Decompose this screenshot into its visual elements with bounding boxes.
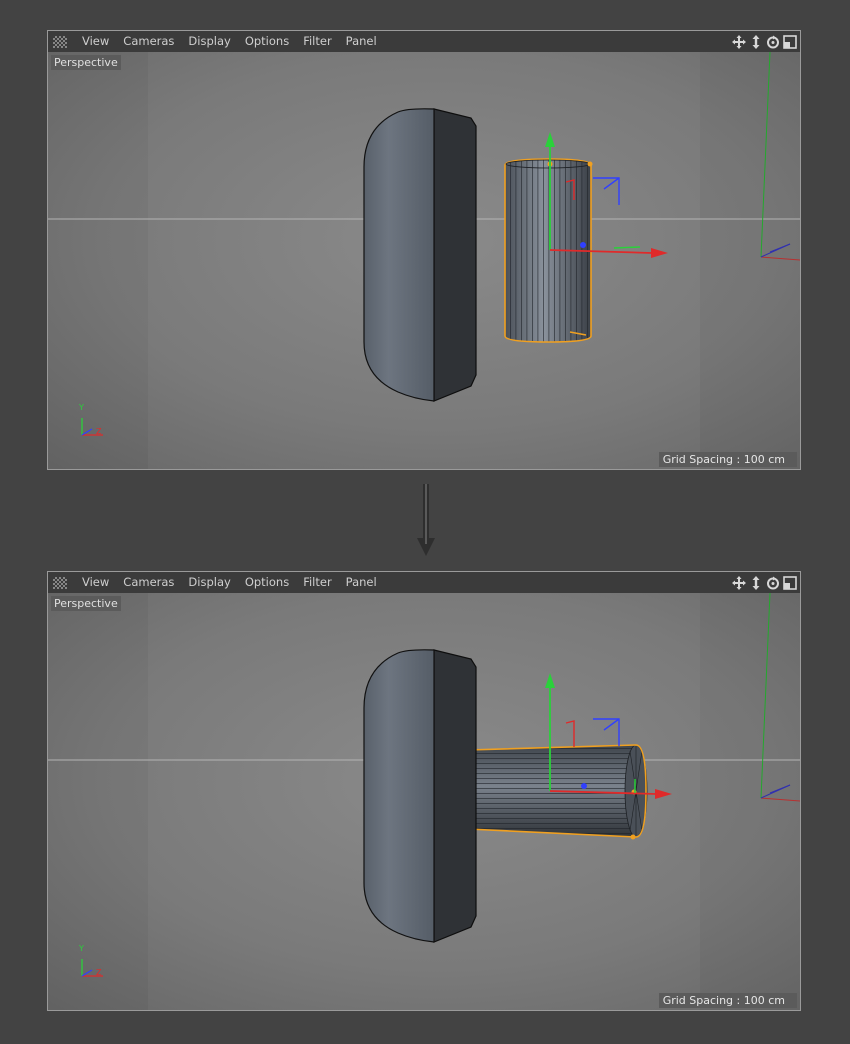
toggle-view-icon[interactable] [782,575,798,591]
arrow-down-icon [417,484,435,556]
move-view-icon[interactable] [731,34,747,50]
menu-filter[interactable]: Filter [296,31,338,52]
3d-viewport[interactable]: Y Z Perspective Grid Spacing : 100 cm [48,593,800,1010]
menu-display[interactable]: Display [181,572,237,593]
viewport-panel-before: View Cameras Display Options Filter Pane… [47,30,801,470]
move-view-icon[interactable] [731,575,747,591]
toggle-view-icon[interactable] [782,34,798,50]
axis-z-label: Z [96,968,102,977]
menu-filter[interactable]: Filter [296,572,338,593]
axis-y-label: Y [79,944,84,953]
grid-spacing-label: Grid Spacing : 100 cm [658,993,797,1008]
camera-label[interactable]: Perspective [51,55,121,70]
scene-render [48,52,800,469]
axis-z-label: Z [96,427,102,436]
axis-y-label: Y [79,403,84,412]
3d-viewport[interactable]: Y Z Perspective Grid Spacing : 100 cm [48,52,800,469]
rotate-view-icon[interactable] [765,34,781,50]
menu-cameras[interactable]: Cameras [116,31,181,52]
zoom-view-icon[interactable] [748,34,764,50]
grip-icon[interactable] [53,576,67,589]
menu-display[interactable]: Display [181,31,237,52]
scene-render [48,593,800,1010]
menu-panel[interactable]: Panel [339,572,384,593]
grid-spacing-label: Grid Spacing : 100 cm [658,452,797,467]
menu-options[interactable]: Options [238,572,296,593]
menu-cameras[interactable]: Cameras [116,572,181,593]
viewport-menubar: View Cameras Display Options Filter Pane… [48,572,800,594]
menu-view[interactable]: View [75,31,116,52]
viewport-menubar: View Cameras Display Options Filter Pane… [48,31,800,53]
viewport-panel-after: View Cameras Display Options Filter Pane… [47,571,801,1011]
menu-panel[interactable]: Panel [339,31,384,52]
zoom-view-icon[interactable] [748,575,764,591]
menu-view[interactable]: View [75,572,116,593]
camera-label[interactable]: Perspective [51,596,121,611]
rotate-view-icon[interactable] [765,575,781,591]
menu-options[interactable]: Options [238,31,296,52]
view-tools [731,572,800,593]
grip-icon[interactable] [53,35,67,48]
view-tools [731,31,800,52]
